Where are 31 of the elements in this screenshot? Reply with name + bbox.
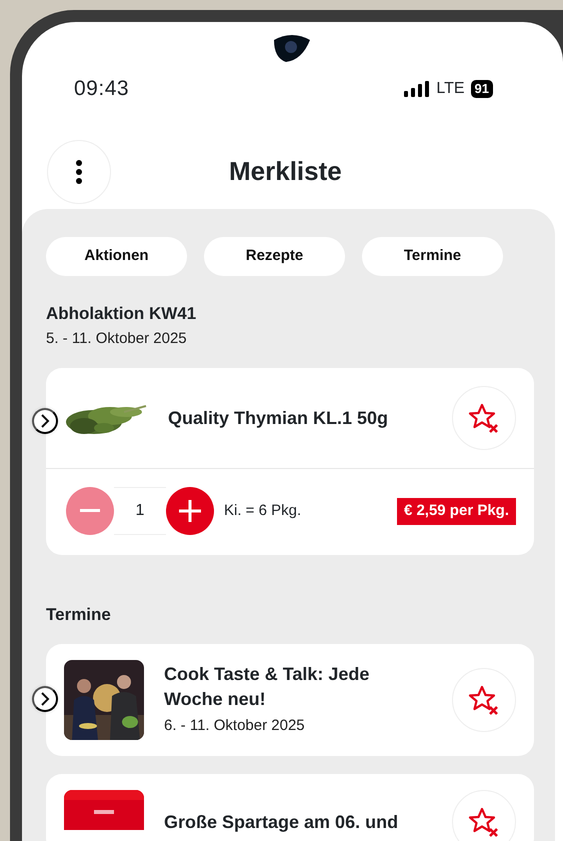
chevron-icon [40, 414, 50, 428]
battery-level: 91 [470, 80, 493, 98]
chevron-icon [40, 692, 50, 706]
section-title: Abholaktion KW41 [46, 304, 198, 324]
increment-button[interactable] [166, 487, 214, 536]
event-title: Große Spartage am 06. und [164, 810, 400, 834]
section-date: 5. - 11. Oktober 2025 [46, 328, 188, 349]
minus-icon [80, 509, 100, 514]
unfavorite-button[interactable] [452, 790, 516, 841]
product-name: Quality Thymian KL.1 50g [168, 407, 390, 430]
star-remove-icon [468, 806, 500, 838]
filter-chip[interactable]: Rezepte [204, 237, 345, 276]
package-info: Ki. = 6 Pkg. [224, 501, 302, 522]
price-tag: € 2,59 per Pkg. [396, 498, 516, 525]
quantity-field[interactable]: 1 [114, 487, 166, 536]
star-remove-icon [468, 402, 500, 434]
filter-chip[interactable]: Aktionen [46, 237, 187, 276]
filter-chip[interactable]: Termine [362, 237, 503, 276]
event-title: Cook Taste & Talk: Jede Woche neu! [164, 663, 370, 711]
network-label: LTE [436, 79, 465, 99]
event-date: 6. - 11. Oktober 2025 [164, 716, 306, 736]
status-time: 09:43 [74, 76, 130, 102]
camera-icon [272, 34, 312, 64]
signal-icon [404, 81, 430, 97]
plus-icon [179, 500, 201, 522]
menu-icon [76, 160, 82, 184]
section-title: Termine [46, 605, 112, 626]
expand-button[interactable] [32, 686, 58, 712]
star-remove-icon [468, 684, 500, 716]
page-title: Merkliste [229, 156, 342, 188]
expand-button[interactable] [32, 408, 58, 434]
